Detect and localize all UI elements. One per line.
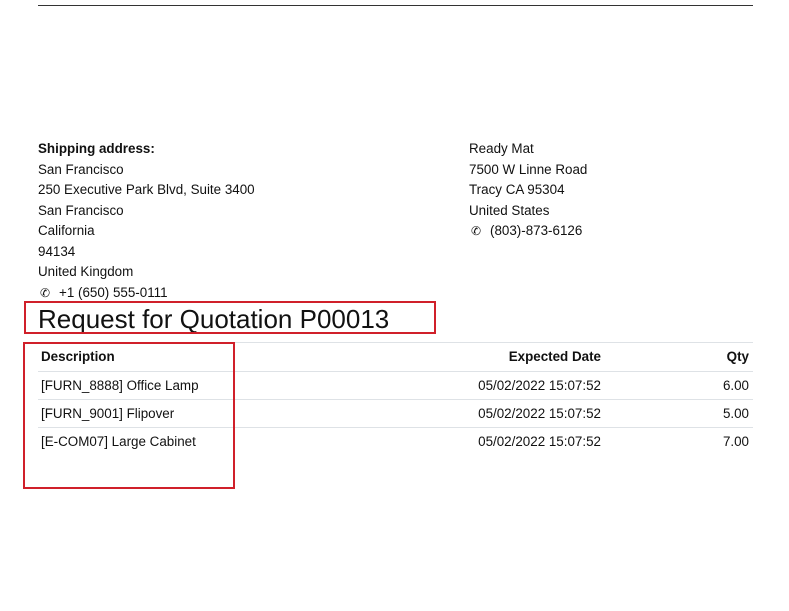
- vendor-phone: (803)-873-6126: [490, 223, 583, 238]
- phone-icon: ✆: [471, 224, 482, 239]
- vendor-address: Ready Mat 7500 W Linne Road Tracy CA 953…: [469, 139, 587, 242]
- shipping-address-line: San Francisco: [38, 161, 124, 177]
- vendor-address-line: Tracy CA 95304: [469, 182, 565, 197]
- title-highlight-box: [24, 301, 436, 334]
- shipping-address-line: San Francisco: [38, 202, 124, 218]
- vendor-phone-row: ✆ (803)-873-6126: [469, 221, 587, 242]
- row-expected-date: 05/02/2022 15:07:52: [478, 434, 601, 449]
- shipping-address-heading: Shipping address:: [38, 141, 155, 156]
- top-divider: [38, 5, 753, 6]
- shipping-address-line: 94134: [38, 243, 76, 259]
- row-expected-date: 05/02/2022 15:07:52: [478, 406, 601, 421]
- shipping-phone: +1 (650) 555-0111: [59, 284, 168, 300]
- phone-icon: ✆: [40, 285, 51, 300]
- shipping-address: Shipping address: San Francisco 250 Exec…: [38, 139, 255, 303]
- shipping-address-line: California: [38, 223, 95, 238]
- row-qty: 6.00: [722, 378, 749, 393]
- shipping-address-line: 250 Executive Park Blvd, Suite 3400: [38, 182, 255, 197]
- vendor-address-line: 7500 W Linne Road: [469, 161, 588, 177]
- column-header-qty: Qty: [726, 349, 749, 364]
- shipping-address-line: United Kingdom: [38, 264, 134, 279]
- row-expected-date: 05/02/2022 15:07:52: [478, 378, 601, 393]
- description-highlight-box: [23, 342, 235, 489]
- vendor-address-line: Ready Mat: [469, 141, 534, 156]
- shipping-phone-row: ✆ +1 (650) 555-0111: [38, 283, 255, 304]
- column-header-expected-date: Expected Date: [508, 349, 601, 364]
- vendor-address-line: United States: [469, 202, 550, 218]
- row-qty: 5.00: [722, 406, 749, 421]
- row-qty: 7.00: [722, 434, 749, 449]
